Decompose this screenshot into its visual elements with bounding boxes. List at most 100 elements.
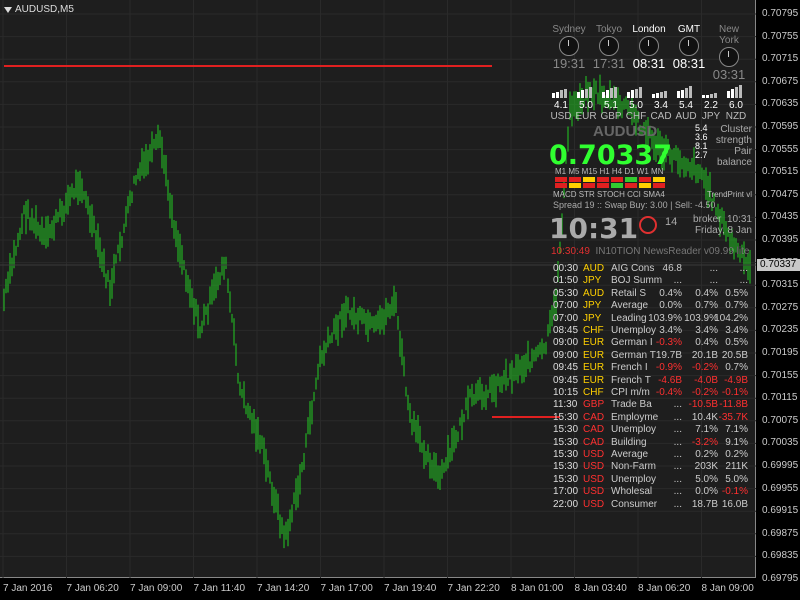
news-row[interactable]: 11:30 GBP Trade Ba... -10.5B -11.8B <box>549 399 754 411</box>
strength-bar <box>652 76 668 98</box>
news-row[interactable]: 08:45 CHF Unemploy 3.4% 3.4% 3.4% <box>549 325 754 337</box>
cluster-label-2: strength <box>715 135 752 146</box>
currency-strength: 4.1 USD <box>549 100 573 122</box>
chart-area[interactable]: AUDUSD,M5 Sydney 19:31 Tokyo 17:31 London 08:… <box>0 0 756 594</box>
currency-strength: 6.0 NZD <box>724 100 748 122</box>
news-row[interactable]: 09:45 EUR French I -0.9% -0.2% 0.7% <box>549 362 754 374</box>
clock-icon <box>559 36 579 56</box>
strength-value: 3.4 <box>654 100 668 111</box>
timeframes: M1 M5 M15 H1 H4 D1 W1 MN <box>555 167 664 176</box>
y-tick-label: 0.70795 <box>762 8 799 19</box>
y-tick-label: 0.70555 <box>762 143 799 155</box>
strength-bar-segment <box>706 95 709 98</box>
news-header: 10:30:49 IN10TION NewsReader v09.99 lite <box>551 246 749 257</box>
news-actual: ... <box>673 424 682 436</box>
news-row[interactable]: 07:00 JPY Leading 103.9% 103.9% 104.2% <box>549 313 754 325</box>
news-actual: ... <box>673 411 682 423</box>
y-tick-label: 0.70275 <box>762 301 799 313</box>
x-tick-label: 8 Jan 01:00 <box>511 583 564 594</box>
news-forecast: ... <box>709 275 718 287</box>
cluster-label-1: Cluster <box>720 124 752 135</box>
news-event: BOJ Summ <box>611 275 663 287</box>
news-actual: ... <box>673 473 682 485</box>
trend-label: TrendPrint vl <box>706 190 752 199</box>
clock-name: Sydney <box>552 24 586 35</box>
news-row[interactable]: 17:00 USD Wholesal... 0.0% -0.1% <box>549 486 754 498</box>
news-row[interactable]: 07:00 JPY Average 0.0% 0.7% 0.7% <box>549 300 754 312</box>
strength-bar-segment <box>639 87 642 98</box>
news-time: 11:30 <box>553 399 578 411</box>
news-row[interactable]: 15:30 USD Average... 0.2% 0.2% <box>549 449 754 461</box>
news-event: Wholesal <box>611 486 653 498</box>
news-row[interactable]: 09:00 EUR German I -0.3% 0.4% 0.5% <box>549 337 754 349</box>
news-actual: 103.9% <box>648 312 682 324</box>
session-clock: New York 03:31 <box>709 24 749 82</box>
strength-bar-segment <box>627 92 630 98</box>
strength-bar-segment <box>710 94 713 98</box>
news-row[interactable]: 15:30 CAD Unemploy... 7.1% 7.1% <box>549 424 754 436</box>
news-actual: 3.4% <box>659 325 682 336</box>
y-tick-label: 0.69915 <box>762 505 799 517</box>
news-previous: -0.1% <box>721 387 748 398</box>
currency-strength: 5.0 EUR <box>574 100 598 122</box>
news-actual: 0.0% <box>659 300 682 312</box>
news-previous: 20.5B <box>721 349 748 361</box>
y-tick-label: 0.69875 <box>762 527 799 539</box>
news-event: Average <box>611 449 649 460</box>
strength-value: 4.1 <box>554 100 568 111</box>
currency-strength: 5.1 GBP <box>599 100 623 122</box>
symbol-title: AUDUSD,M5 <box>15 4 74 15</box>
currency-strength: 2.2 JPY <box>699 100 723 122</box>
strength-value: 2.2 <box>704 100 718 111</box>
signal-cell <box>583 177 595 182</box>
x-tick-label: 8 Jan 06:20 <box>638 583 691 594</box>
news-time: 15:30 <box>553 436 579 448</box>
currency-strength: 5.4 AUD <box>674 100 698 122</box>
strength-bar <box>552 76 568 98</box>
news-time: 01:50 <box>553 275 579 287</box>
news-previous: -11.8B <box>719 399 748 411</box>
news-time: 15:30 <box>553 411 579 423</box>
news-row[interactable]: 05:30 AUD Retail S 0.4% 0.4% 0.5% <box>549 288 754 300</box>
news-event: Leading <box>611 312 647 324</box>
news-row[interactable]: 15:30 CAD Building... -3.2% 9.1% <box>549 437 754 449</box>
news-row[interactable]: 00:30 AUD AIG Cons 46.8...... <box>549 263 754 275</box>
strength-bar-segment <box>664 91 667 98</box>
chevron-down-icon[interactable] <box>4 6 12 13</box>
news-forecast: 7.1% <box>695 424 718 436</box>
strength-bar-segment <box>685 88 688 98</box>
news-actual: -4.6B <box>658 374 682 386</box>
news-row[interactable]: 15:30 CAD Employme... 10.4K -35.7K <box>549 412 754 424</box>
news-previous: -0.1% <box>721 486 748 498</box>
news-event: Trade Ba <box>611 399 652 411</box>
signal-cell <box>611 177 623 182</box>
news-currency: CAD <box>583 436 605 448</box>
strength-value: 6.0 <box>729 100 743 111</box>
news-currency: AUD <box>583 287 605 299</box>
clock-name: Tokyo <box>595 24 623 35</box>
news-currency: JPY <box>583 300 602 312</box>
signal-cell <box>625 177 637 182</box>
news-row[interactable]: 15:30 USD Non-Farm... 203K 211K <box>549 461 754 473</box>
news-event: CPI m/m <box>611 387 650 398</box>
news-row[interactable]: 10:15 CHF CPI m/m -0.4% -0.2% -0.1% <box>549 387 754 399</box>
news-time: 09:00 <box>553 337 579 349</box>
news-actual: -0.4% <box>655 387 682 398</box>
y-tick-label: 0.70155 <box>762 369 799 381</box>
news-row[interactable]: 09:45 EUR French T -4.6B -4.0B -4.9B <box>549 375 754 387</box>
news-row[interactable]: 15:30 USD Unemploy... 5.0% 5.0% <box>549 474 754 486</box>
strength-currency: AUD <box>675 111 697 122</box>
chart-title: AUDUSD,M5 <box>4 4 74 15</box>
strength-bar-segment <box>589 87 592 98</box>
news-currency: CHF <box>583 387 604 398</box>
strength-currency: JPY <box>701 111 721 122</box>
y-tick-label: 0.70435 <box>762 211 799 223</box>
y-tick-label: 0.70635 <box>762 98 799 110</box>
y-tick-label: 0.70315 <box>762 279 799 291</box>
x-tick-label: 7 Jan 09:00 <box>130 583 183 594</box>
news-row[interactable]: 09:00 EUR German T 19.7B 20.1B 20.5B <box>549 350 754 362</box>
news-row[interactable]: 01:50 JPY BOJ Summ......... <box>549 275 754 287</box>
news-forecast: -4.0B <box>694 374 718 386</box>
news-row[interactable]: 22:00 USD Consumer... 18.7B 16.0B <box>549 499 754 511</box>
news-time: 10:15 <box>553 387 579 398</box>
